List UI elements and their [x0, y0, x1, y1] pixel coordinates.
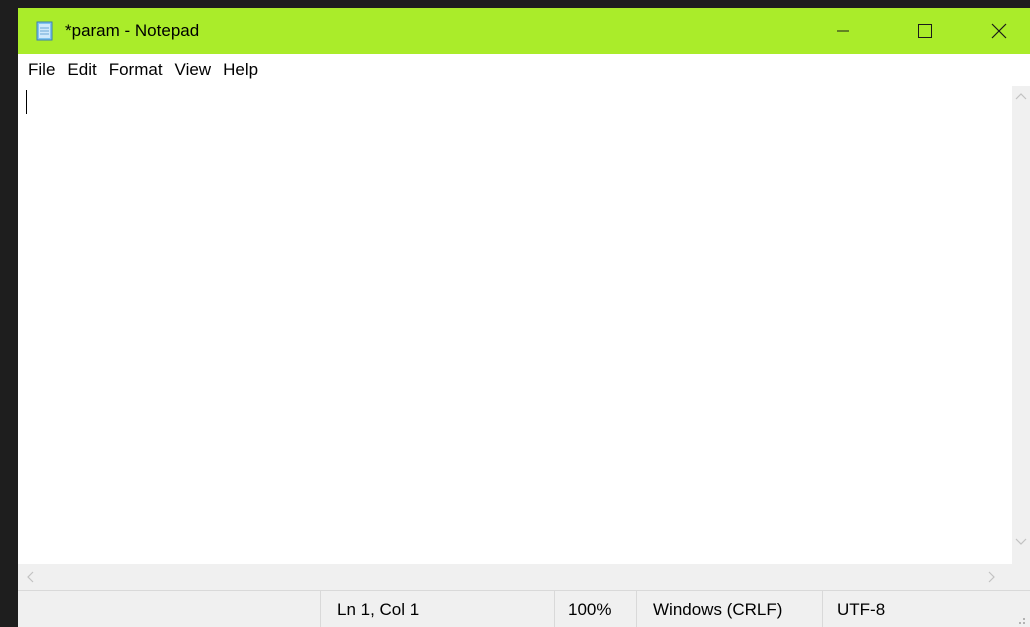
scrollbar-corner — [1012, 564, 1030, 590]
title-bar[interactable]: *param - Notepad — [18, 8, 1030, 54]
scroll-up-arrow-icon[interactable] — [1015, 92, 1027, 100]
text-caret — [26, 90, 27, 114]
horizontal-scrollbar[interactable] — [18, 564, 1012, 590]
minimize-icon — [837, 30, 849, 32]
close-icon — [991, 23, 1007, 39]
scroll-left-arrow-icon[interactable] — [26, 571, 34, 583]
menu-file[interactable]: File — [18, 54, 61, 84]
resize-grip-icon[interactable] — [1014, 613, 1026, 625]
menu-help[interactable]: Help — [217, 54, 264, 84]
maximize-icon — [918, 24, 932, 38]
menu-format[interactable]: Format — [103, 54, 169, 84]
zoom-level: 100% — [554, 591, 636, 627]
vertical-scrollbar[interactable] — [1012, 86, 1030, 564]
notepad-window: *param - Notepad File Edit Format View H… — [18, 8, 1030, 627]
text-editor[interactable] — [18, 86, 1012, 564]
maximize-button[interactable] — [902, 8, 948, 54]
window-title: *param - Notepad — [65, 21, 200, 40]
scroll-down-arrow-icon[interactable] — [1015, 538, 1027, 546]
close-button[interactable] — [976, 8, 1022, 54]
minimize-button[interactable] — [820, 8, 866, 54]
status-bar: Ln 1, Col 1 100% Windows (CRLF) UTF-8 — [18, 590, 1030, 627]
encoding: UTF-8 — [822, 591, 1030, 627]
notepad-icon — [36, 21, 53, 41]
cursor-position: Ln 1, Col 1 — [320, 591, 554, 627]
line-endings: Windows (CRLF) — [636, 591, 822, 627]
scroll-right-arrow-icon[interactable] — [988, 571, 996, 583]
menu-bar: File Edit Format View Help — [18, 54, 1030, 84]
menu-view[interactable]: View — [169, 54, 218, 84]
menu-edit[interactable]: Edit — [61, 54, 102, 84]
